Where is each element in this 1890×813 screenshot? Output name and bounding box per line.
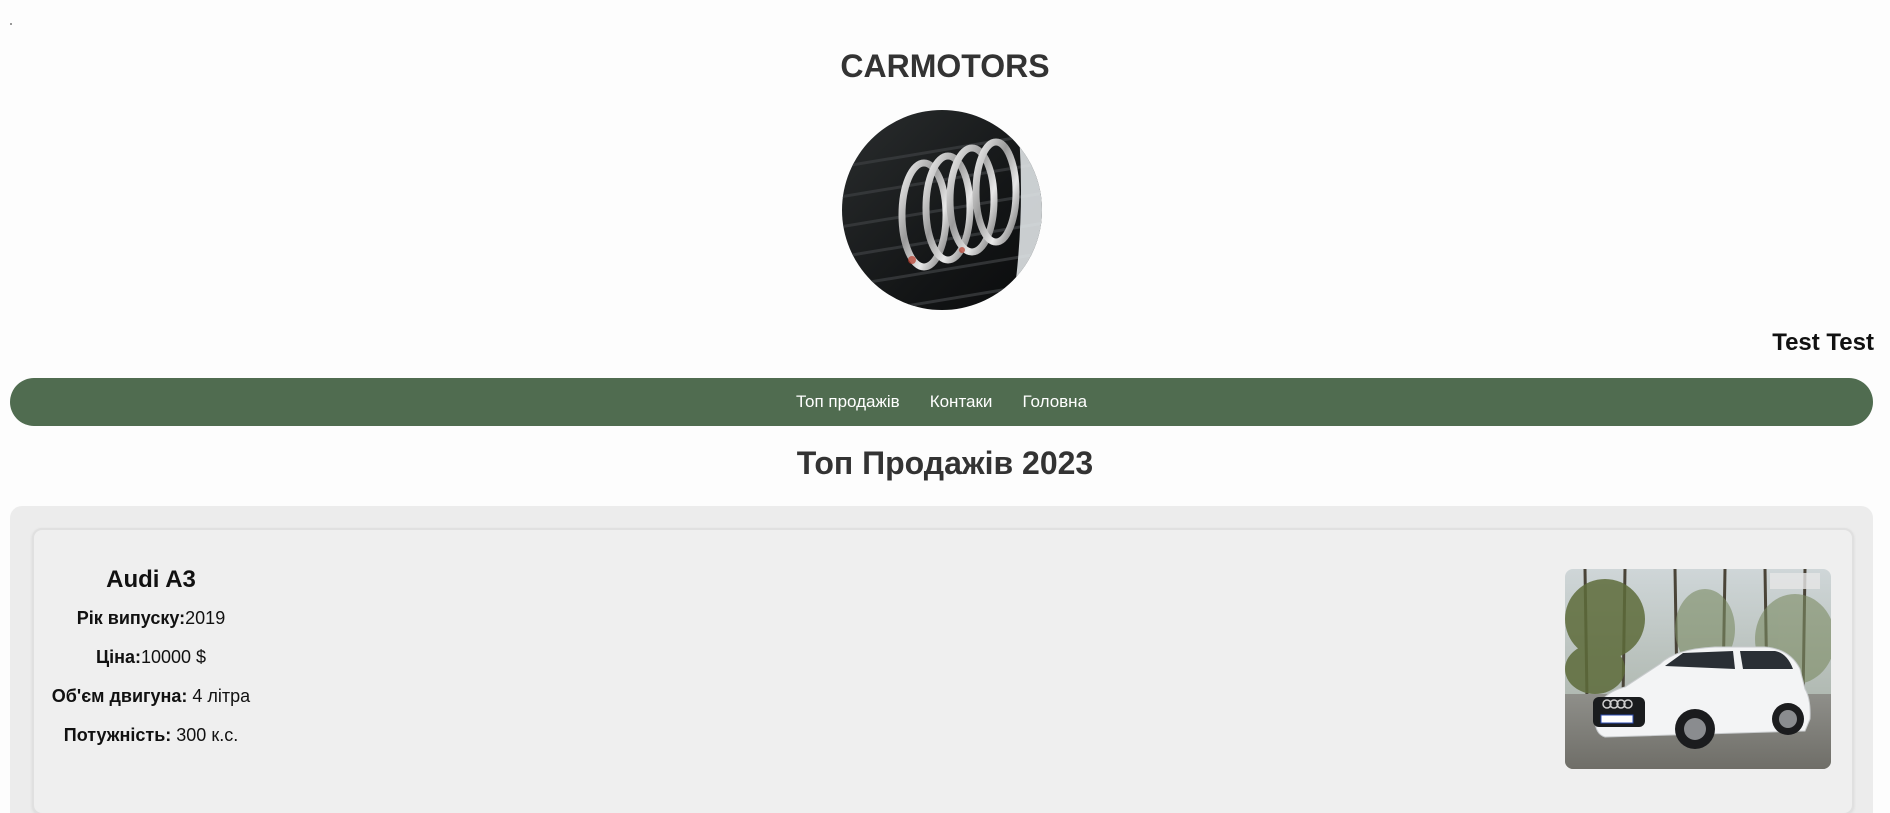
site-brand-title: CARMOTORS [840, 48, 1050, 84]
car-year-value: 2019 [185, 608, 226, 628]
car-info: Audi A3 Рік випуску:2019 Ціна:10000 $ Об… [46, 566, 256, 764]
car-engine-label: Об'єм двигуна: [51, 686, 188, 706]
car-year-label: Рік випуску: [76, 608, 186, 628]
nav-item-home[interactable]: Головна [1022, 392, 1087, 412]
car-price-value: 10000 $ [140, 647, 207, 667]
car-engine-row: Об'єм двигуна: 4 літра [46, 686, 256, 707]
section-title: Топ Продажів 2023 [796, 445, 1094, 481]
car-engine-value: 4 літра [187, 686, 251, 706]
car-name: Audi A3 [106, 566, 196, 593]
car-price-label: Ціна: [95, 647, 141, 667]
car-power-label: Потужність: [63, 725, 172, 745]
nav-item-contacts[interactable]: Контаки [930, 392, 993, 412]
nav-item-top-sales[interactable]: Топ продажів [796, 392, 900, 412]
car-price-row: Ціна:10000 $ [46, 647, 256, 668]
car-power-value: 300 к.с. [171, 725, 239, 745]
stray-dot [10, 23, 12, 25]
page: CARMOTORS Test Test Топ продажів Контаки… [0, 0, 1890, 813]
car-card: Audi A3 Рік випуску:2019 Ціна:10000 $ Об… [32, 528, 1854, 813]
cars-panel: Audi A3 Рік випуску:2019 Ціна:10000 $ Об… [10, 506, 1873, 813]
user-name-label[interactable]: Test Test [1772, 329, 1874, 357]
car-year-row: Рік випуску:2019 [46, 608, 256, 629]
main-navigation: Топ продажів Контаки Головна [10, 378, 1873, 426]
car-power-row: Потужність: 300 к.с. [46, 725, 256, 746]
car-photo [1565, 569, 1831, 769]
audi-rings-logo-icon [842, 110, 1042, 310]
